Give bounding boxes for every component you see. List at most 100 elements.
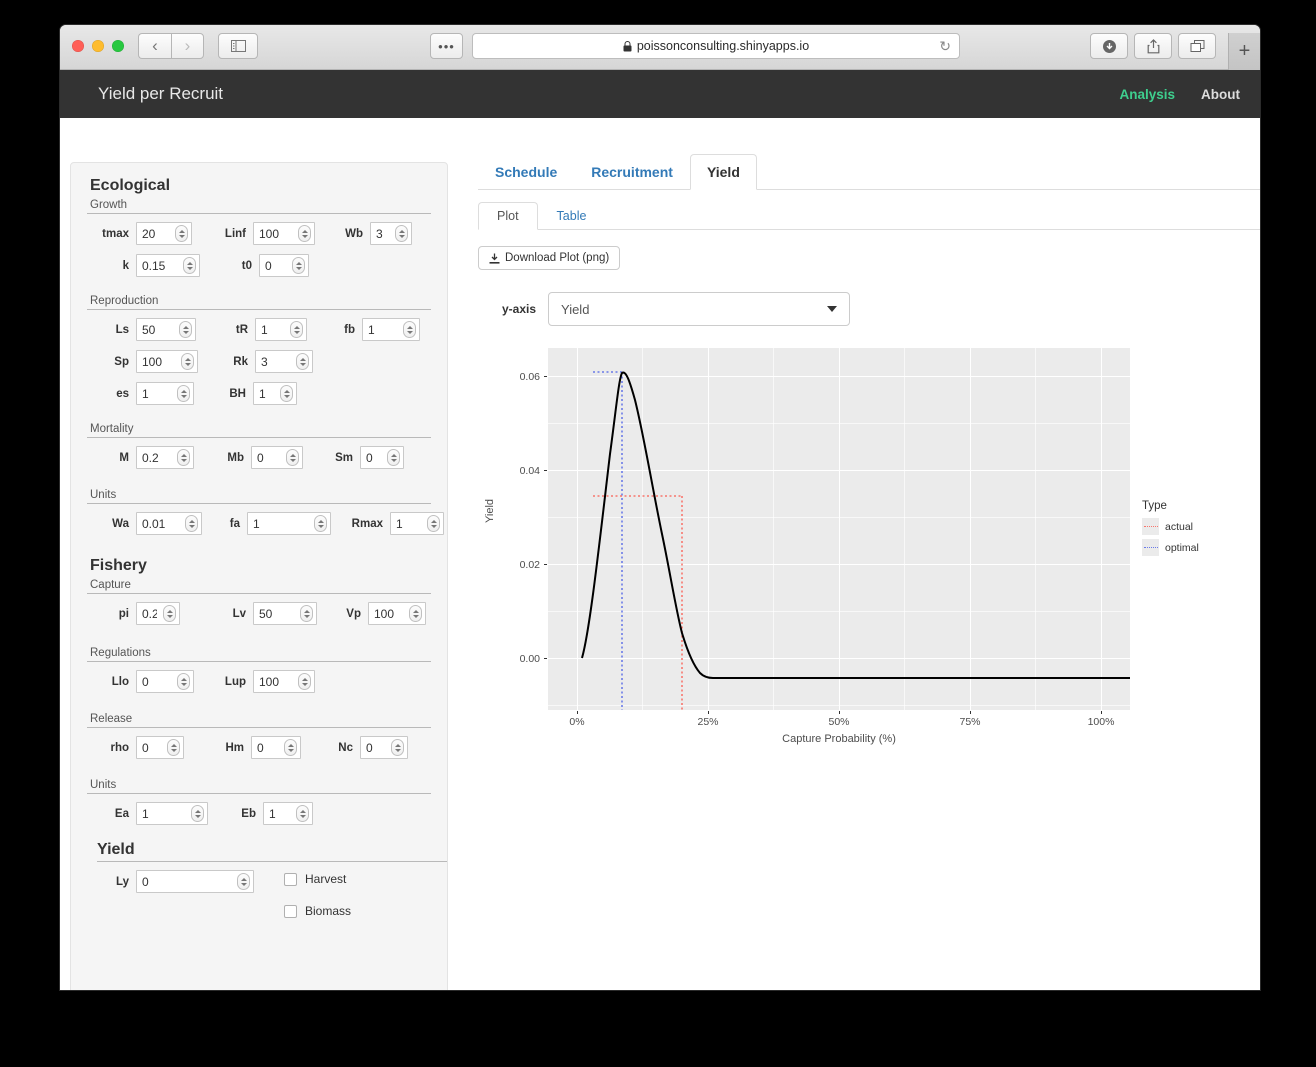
legend-label: optimal: [1165, 542, 1199, 554]
field-eb: Eb: [230, 802, 313, 825]
field-row: M Mb Sm: [87, 446, 431, 469]
stepper-k[interactable]: [183, 257, 196, 274]
stepper-linf[interactable]: [298, 225, 311, 242]
field-label: Llo: [87, 676, 129, 688]
stepper-fb[interactable]: [403, 321, 416, 338]
stepper-rho[interactable]: [167, 739, 180, 756]
tab-schedule[interactable]: Schedule: [478, 154, 574, 190]
stepper-m[interactable]: [177, 449, 190, 466]
x-tick-label: 100%: [1088, 716, 1115, 728]
field-label: Ls: [87, 324, 129, 336]
stepper-wa[interactable]: [185, 515, 198, 532]
stepper-tr[interactable]: [290, 321, 303, 338]
yield-plot: Yield 0.00 0.02 0.04 0.06: [478, 348, 1260, 748]
tab-table[interactable]: Table: [538, 202, 606, 231]
nav-link-about[interactable]: About: [1201, 87, 1240, 102]
reload-icon[interactable]: ↻: [939, 38, 951, 55]
divider: [87, 793, 431, 794]
field-row: Wa fa Rmax: [87, 512, 431, 535]
field-label: es: [87, 388, 129, 400]
field-rho: rho: [87, 736, 184, 759]
back-button[interactable]: ‹: [138, 33, 171, 59]
field-label: fb: [333, 324, 355, 336]
stepper-ea[interactable]: [191, 805, 204, 822]
field-lup: Lup: [220, 670, 315, 693]
sidebar-toggle-button[interactable]: [218, 33, 258, 59]
field-row: Ea Eb: [87, 802, 431, 825]
field-label: Wb: [339, 228, 363, 240]
yaxis-control-row: y-axis Yield: [478, 292, 1260, 326]
field-label: Mb: [220, 452, 244, 464]
stepper-ly[interactable]: [237, 873, 250, 890]
checkbox-box[interactable]: [284, 873, 297, 886]
stepper-rmax[interactable]: [427, 515, 440, 532]
field-fb: fb: [333, 318, 420, 341]
share-icon: [1147, 39, 1160, 54]
stepper-tmax[interactable]: [175, 225, 188, 242]
stepper-t0[interactable]: [292, 257, 305, 274]
field-llo: Llo: [87, 670, 194, 693]
group-label-units-fishery: Units: [90, 779, 431, 791]
field-tr: tR: [222, 318, 307, 341]
show-tabs-button[interactable]: [1178, 33, 1216, 59]
y-tick-label: 0.02: [502, 559, 540, 571]
stepper-vp[interactable]: [409, 605, 422, 622]
field-row: rho Hm Nc: [87, 736, 431, 759]
field-ly: Ly: [97, 870, 254, 893]
x-tick-label: 25%: [697, 716, 718, 728]
window-traffic-lights: [72, 40, 124, 52]
field-rk: Rk: [222, 350, 313, 373]
new-tab-button[interactable]: +: [1228, 33, 1260, 70]
download-plot-button[interactable]: Download Plot (png): [478, 246, 620, 270]
stepper-bh[interactable]: [280, 385, 293, 402]
field-label: fa: [220, 518, 240, 530]
stepper-ls[interactable]: [179, 321, 192, 338]
stepper-nc[interactable]: [391, 739, 404, 756]
checkbox-harvest[interactable]: Harvest: [284, 872, 351, 886]
stepper-lup[interactable]: [298, 673, 311, 690]
stepper-es[interactable]: [177, 385, 190, 402]
field-mb: Mb: [220, 446, 303, 469]
stepper-wb[interactable]: [395, 225, 408, 242]
stepper-sm[interactable]: [387, 449, 400, 466]
primary-tab-bar: Schedule Recruitment Yield: [478, 148, 1260, 190]
stepper-mb[interactable]: [286, 449, 299, 466]
stepper-pi[interactable]: [163, 605, 176, 622]
stepper-eb[interactable]: [296, 805, 309, 822]
stepper-llo[interactable]: [177, 673, 190, 690]
field-label: Sm: [329, 452, 353, 464]
field-sp: Sp: [87, 350, 198, 373]
nav-link-analysis[interactable]: Analysis: [1119, 87, 1175, 102]
downloads-button[interactable]: [1090, 33, 1128, 59]
y-tick-label: 0.00: [502, 653, 540, 665]
tab-plot[interactable]: Plot: [478, 202, 538, 231]
field-row: k t0: [87, 254, 431, 277]
maximize-window-button[interactable]: [112, 40, 124, 52]
tab-recruitment[interactable]: Recruitment: [574, 154, 690, 190]
share-button[interactable]: [1134, 33, 1172, 59]
checkbox-box[interactable]: [284, 905, 297, 918]
smart-search-dots-button[interactable]: •••: [430, 33, 463, 59]
secondary-tab-bar: Plot Table: [478, 196, 1260, 230]
browser-toolbar: ‹ › •••: [60, 25, 1260, 70]
minimize-window-button[interactable]: [92, 40, 104, 52]
field-linf: Linf: [216, 222, 315, 245]
divider: [87, 213, 431, 214]
checkbox-biomass[interactable]: Biomass: [284, 904, 351, 918]
stepper-fa[interactable]: [314, 515, 327, 532]
stepper-sp[interactable]: [181, 353, 194, 370]
stepper-hm[interactable]: [284, 739, 297, 756]
stepper-lv[interactable]: [300, 605, 313, 622]
tab-yield[interactable]: Yield: [690, 154, 757, 190]
forward-button[interactable]: ›: [171, 33, 204, 59]
close-window-button[interactable]: [72, 40, 84, 52]
field-row: Ls tR fb: [87, 318, 431, 341]
page-title: Yield per Recruit: [98, 84, 223, 104]
stepper-rk[interactable]: [296, 353, 309, 370]
y-tick-label: 0.04: [502, 465, 540, 477]
field-row: pi Lv Vp: [87, 602, 431, 625]
address-bar[interactable]: poissonconsulting.shinyapps.io ↻: [472, 33, 960, 59]
navbar-links: Analysis About: [1119, 87, 1240, 102]
plot-panel: [548, 348, 1130, 710]
yaxis-select[interactable]: Yield: [548, 292, 850, 326]
